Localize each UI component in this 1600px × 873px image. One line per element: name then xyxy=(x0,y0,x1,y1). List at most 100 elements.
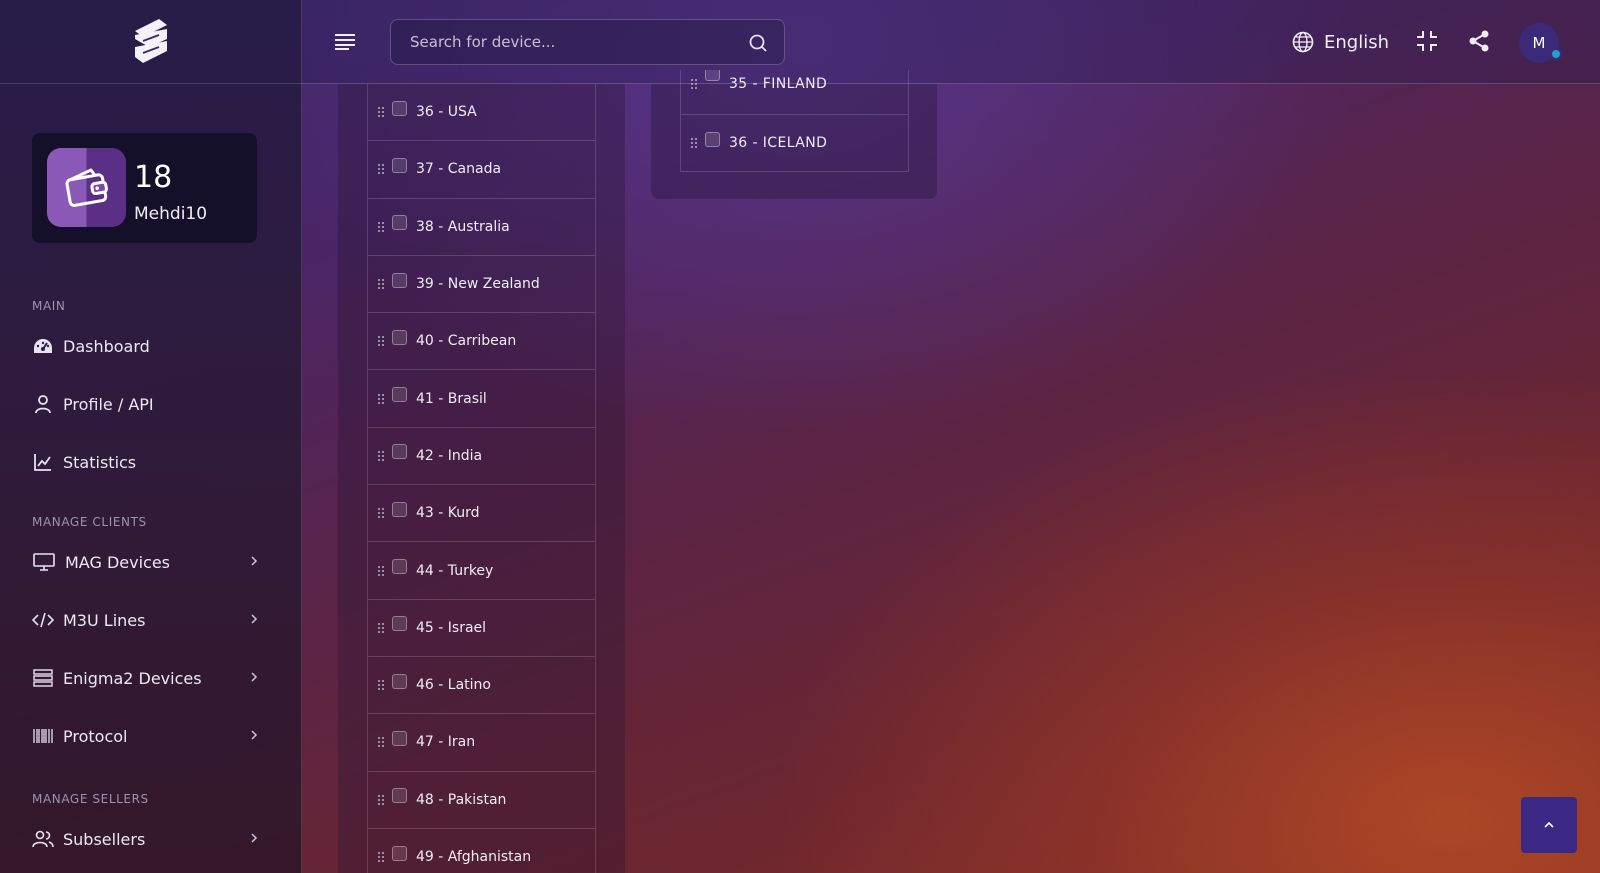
list-item[interactable]: 36 - ICELAND xyxy=(681,115,908,172)
drag-handle-icon[interactable] xyxy=(377,393,385,405)
item-label: 36 - USA xyxy=(416,104,477,121)
sidebar-item-m3u-lines[interactable]: M3U Lines xyxy=(32,604,272,636)
drag-handle-icon[interactable] xyxy=(377,335,385,347)
language-selector[interactable]: English xyxy=(1292,27,1389,57)
item-checkbox[interactable] xyxy=(392,387,407,403)
sidebar-item-label: M3U Lines xyxy=(63,610,146,630)
globe-icon xyxy=(1292,31,1314,53)
drag-handle-icon[interactable] xyxy=(377,622,385,634)
list-item[interactable]: 35 - FINLAND xyxy=(681,70,908,115)
item-checkbox[interactable] xyxy=(392,329,407,345)
wallet-icon xyxy=(65,168,108,207)
logo-area xyxy=(0,0,302,84)
drag-handle-icon[interactable] xyxy=(377,278,385,290)
sidebar-item-label: Dashboard xyxy=(63,336,150,356)
list-item[interactable]: 38 - Australia xyxy=(368,199,595,256)
menu-toggle-button[interactable] xyxy=(332,29,358,55)
item-label: 47 - Iran xyxy=(416,734,476,751)
list-item[interactable]: 44 - Turkey xyxy=(368,542,595,600)
sidebar-item-label: Statistics xyxy=(63,452,137,472)
avatar[interactable]: M xyxy=(1519,23,1562,63)
item-checkbox[interactable] xyxy=(392,215,407,231)
scroll-to-top-button[interactable] xyxy=(1521,797,1577,853)
item-label: 49 - Afghanistan xyxy=(416,849,532,865)
item-label: 41 - Brasil xyxy=(416,390,487,407)
item-checkbox[interactable] xyxy=(392,157,407,173)
monitor-icon xyxy=(32,551,56,573)
wallet-username: Mehdi10 xyxy=(134,204,208,224)
fullscreen-exit-icon[interactable] xyxy=(1415,29,1439,53)
list-item[interactable]: 45 - Israel xyxy=(368,600,595,657)
share-icon[interactable] xyxy=(1467,29,1491,53)
item-checkbox[interactable] xyxy=(392,673,407,689)
list-item[interactable]: 36 - USA xyxy=(368,84,595,142)
search-input[interactable] xyxy=(391,20,784,64)
item-label: 43 - Kurd xyxy=(416,505,480,522)
drag-handle-icon[interactable] xyxy=(377,679,385,691)
brand-logo-icon[interactable] xyxy=(129,17,173,67)
hamburger-icon xyxy=(335,34,355,50)
item-label: 45 - Israel xyxy=(416,619,487,636)
online-status-dot xyxy=(1550,48,1562,60)
drag-handle-icon[interactable] xyxy=(377,221,385,233)
item-label: 36 - ICELAND xyxy=(729,135,828,151)
barcode-icon xyxy=(32,725,54,747)
item-checkbox[interactable] xyxy=(392,730,407,746)
list-item[interactable]: 46 - Latino xyxy=(368,657,595,715)
drag-handle-icon[interactable] xyxy=(377,163,385,175)
chevron-right-icon xyxy=(251,833,258,843)
sidebar-item-subsellers[interactable]: Subsellers xyxy=(32,823,272,855)
item-checkbox[interactable] xyxy=(392,272,407,288)
list-item[interactable]: 49 - Afghanistan xyxy=(368,829,595,873)
item-checkbox[interactable] xyxy=(705,70,720,81)
drag-handle-icon[interactable] xyxy=(690,137,698,149)
drag-handle-icon[interactable] xyxy=(377,106,385,118)
list-item[interactable]: 43 - Kurd xyxy=(368,485,595,543)
item-checkbox[interactable] xyxy=(392,559,407,575)
sidebar-item-label: MAG Devices xyxy=(65,552,171,572)
item-checkbox[interactable] xyxy=(392,100,407,116)
drag-handle-icon[interactable] xyxy=(690,78,698,90)
chevron-right-icon xyxy=(251,672,258,682)
sidebar-item-statistics[interactable]: Statistics xyxy=(32,446,272,478)
wallet-card: 18 Mehdi10 xyxy=(32,133,257,243)
item-checkbox[interactable] xyxy=(392,501,407,517)
list-item[interactable]: 37 - Canada xyxy=(368,141,595,199)
nav-section-manage-clients: MANAGE CLIENTS xyxy=(32,515,147,529)
sidebar-item-mag-devices[interactable]: MAG Devices xyxy=(32,546,272,578)
dashboard-icon xyxy=(32,335,54,357)
list-item[interactable]: 47 - Iran xyxy=(368,714,595,772)
sidebar-item-enigma2-devices[interactable]: Enigma2 Devices xyxy=(32,662,272,694)
code-icon xyxy=(32,609,54,631)
list-item[interactable]: 39 - New Zealand xyxy=(368,256,595,314)
list-item[interactable]: 42 - India xyxy=(368,428,595,486)
item-checkbox[interactable] xyxy=(392,444,407,460)
drag-handle-icon[interactable] xyxy=(377,450,385,462)
item-checkbox[interactable] xyxy=(392,845,407,861)
drag-handle-icon[interactable] xyxy=(377,565,385,577)
item-checkbox[interactable] xyxy=(392,616,407,632)
nav-section-manage-sellers: MANAGE SELLERS xyxy=(32,792,149,806)
list-item[interactable]: 40 - Carribean xyxy=(368,313,595,371)
search-icon[interactable] xyxy=(748,33,768,53)
item-label: 42 - India xyxy=(416,447,483,464)
item-checkbox[interactable] xyxy=(392,788,407,804)
chevron-right-icon xyxy=(251,730,258,740)
list-item[interactable]: 48 - Pakistan xyxy=(368,772,595,829)
list-item[interactable]: 41 - Brasil xyxy=(368,370,595,428)
language-label: English xyxy=(1324,31,1389,53)
sidebar-item-profile-api[interactable]: Profile / API xyxy=(32,388,272,420)
users-icon xyxy=(32,828,54,850)
drag-handle-icon[interactable] xyxy=(377,794,385,806)
chevron-right-icon xyxy=(251,614,258,624)
sidebar-item-protocol[interactable]: Protocol xyxy=(32,720,272,752)
drag-handle-icon[interactable] xyxy=(377,736,385,748)
sidebar-item-dashboard[interactable]: Dashboard xyxy=(32,330,272,362)
drag-handle-icon[interactable] xyxy=(377,851,385,863)
wallet-icon-box xyxy=(47,148,126,227)
sidebar-item-label: Profile / API xyxy=(63,394,154,414)
drag-handle-icon[interactable] xyxy=(377,507,385,519)
item-label: 39 - New Zealand xyxy=(416,276,540,293)
item-label: 38 - Australia xyxy=(416,218,510,235)
item-checkbox[interactable] xyxy=(705,131,720,147)
